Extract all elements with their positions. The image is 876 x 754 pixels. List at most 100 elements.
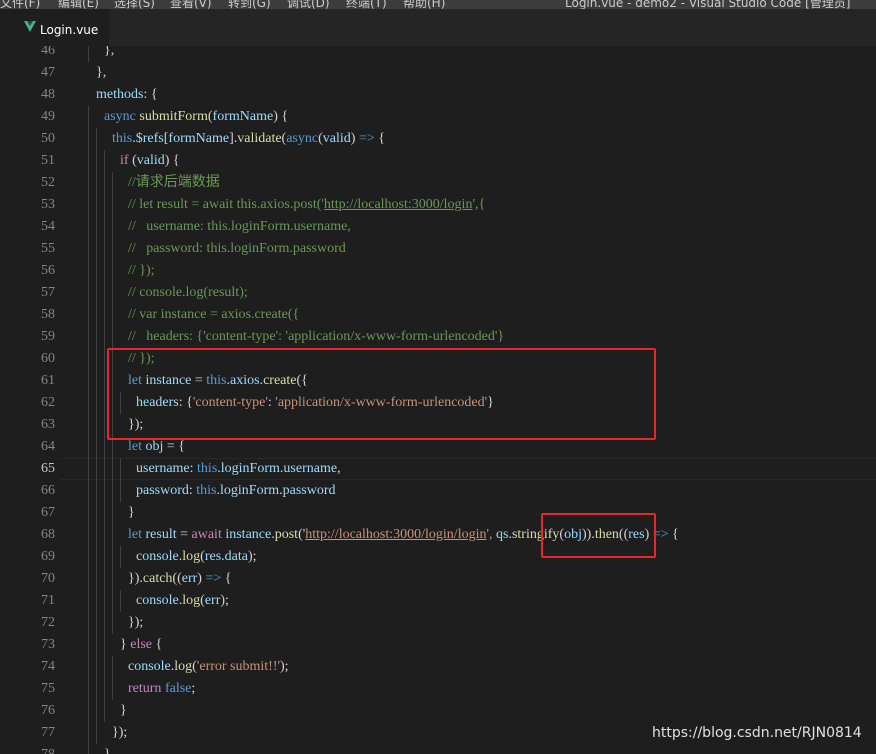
code-token: password: [136, 483, 189, 498]
code-token: methods: [96, 87, 144, 102]
line-number: 69: [41, 549, 55, 564]
indent-guide: [88, 304, 89, 326]
code-token: submitForm: [139, 109, 208, 124]
code-token: =>: [205, 571, 222, 586]
menu-go[interactable]: 转到(G): [228, 0, 271, 9]
indent-guide: [112, 216, 113, 238]
tab-login-vue[interactable]: Login.vue: [0, 9, 109, 46]
code-token: this: [196, 483, 217, 498]
menu-file[interactable]: 文件(F): [0, 0, 40, 9]
indent-guide: [96, 348, 97, 370]
menu-edit[interactable]: 编辑(E): [58, 0, 99, 9]
indent-guide: [104, 634, 105, 656]
line-number: 51: [41, 153, 55, 168]
code-line: console.log(res.data);: [136, 546, 257, 568]
indent-guide: [104, 436, 105, 458]
code-line: username: this.loginForm.username,: [136, 458, 341, 480]
code-token: valid: [322, 131, 351, 146]
line-number: 50: [41, 131, 55, 146]
indent-guide: [88, 260, 89, 282]
line-number: 49: [41, 109, 55, 124]
indent-guide: [88, 612, 89, 634]
code-line: // var instance = axios.create({: [128, 304, 299, 326]
indent-guide: [88, 172, 89, 194]
indent-guide: [104, 238, 105, 260]
code-token: this: [112, 131, 133, 146]
indent-guide: [88, 282, 89, 304]
code-token: return: [128, 681, 165, 696]
indent-guide: [96, 634, 97, 656]
code-token: //请求后端数据: [128, 175, 220, 190]
menu-selection[interactable]: 选择(S): [114, 0, 155, 9]
code-token: log: [182, 549, 201, 564]
menu-help[interactable]: 帮助(H): [403, 0, 445, 9]
indent-guide: [112, 612, 113, 634]
line-number: 59: [41, 329, 55, 344]
code-line: password: this.loginForm.password: [136, 480, 336, 502]
code-token: console: [128, 659, 171, 674]
code-token: $refs: [135, 131, 164, 146]
code-token: validate: [237, 131, 282, 146]
code-editor[interactable]: 46 47 48 49 50 51 52 53 54 55 56 57 58 59 60 61 62 63 64 65…: [0, 46, 876, 754]
menu-view[interactable]: 查看(V): [170, 0, 212, 9]
indent-guide: [104, 612, 105, 634]
indent-guide: [112, 480, 113, 502]
code-token: log: [174, 659, 193, 674]
indent-guide: [88, 568, 89, 590]
line-number: 64: [41, 439, 55, 454]
line-number: 66: [41, 483, 55, 498]
code-token: // console.log(result);: [128, 285, 248, 300]
code-token: obj: [145, 439, 164, 454]
indent-guide: [96, 568, 97, 590]
code-token: );: [280, 659, 289, 674]
line-number: 46: [41, 46, 55, 58]
code-token: this: [197, 461, 218, 476]
line-number: 56: [41, 263, 55, 278]
code-token: ((: [172, 571, 182, 586]
line-number: 55: [41, 241, 55, 256]
code-token: );: [247, 549, 257, 564]
code-token: {: [668, 527, 679, 542]
indent-guide: [88, 216, 89, 238]
indent-guide: [104, 656, 105, 678]
code-token: http://localhost:3000/login/login: [305, 527, 487, 542]
indent-guide: [96, 238, 97, 260]
indent-guide: [88, 194, 89, 216]
code-token: err: [181, 571, 198, 586]
indent-guide: [112, 656, 113, 678]
menu-terminal[interactable]: 终端(T): [346, 0, 387, 9]
indent-guide: [104, 282, 105, 304]
indent-guide: [96, 216, 97, 238]
indent-guide: [96, 656, 97, 678]
line-number: 58: [41, 307, 55, 322]
code-line: // });: [128, 260, 155, 282]
line-number: 57: [41, 285, 55, 300]
indent-guide: [88, 590, 89, 612]
indent-guide: [112, 260, 113, 282]
code-token: valid: [136, 153, 165, 168]
indent-guide: [112, 568, 113, 590]
indent-guide: [88, 502, 89, 524]
code-token: if: [120, 153, 129, 168]
tab-bar: Login.vue: [0, 9, 876, 46]
indent-guide: [88, 678, 89, 700]
code-token: async: [104, 109, 140, 124]
code-token: ;: [191, 681, 196, 696]
highlight-box-qs-stringify: [541, 513, 656, 558]
code-line: console.log(err);: [136, 590, 229, 612]
code-token: (: [128, 153, 137, 168]
indent-guide: [104, 326, 105, 348]
code-token: }).: [128, 571, 143, 586]
code-token: }: [120, 703, 127, 718]
line-number-gutter: 46 47 48 49 50 51 52 53 54 55 56 57 58 59 60 61 62 63 64 65…: [0, 46, 60, 754]
indent-guide: [104, 260, 105, 282]
indent-guide: [104, 546, 105, 568]
code-token: });: [112, 725, 128, 740]
code-line: // username: this.loginForm.username,: [128, 216, 351, 238]
code-token: username: [136, 461, 190, 476]
indent-guide: [104, 150, 105, 172]
code-token: data: [224, 549, 248, 564]
line-number: 60: [41, 351, 55, 366]
indent-guide: [88, 700, 89, 722]
menu-debug[interactable]: 调试(D): [287, 0, 330, 9]
